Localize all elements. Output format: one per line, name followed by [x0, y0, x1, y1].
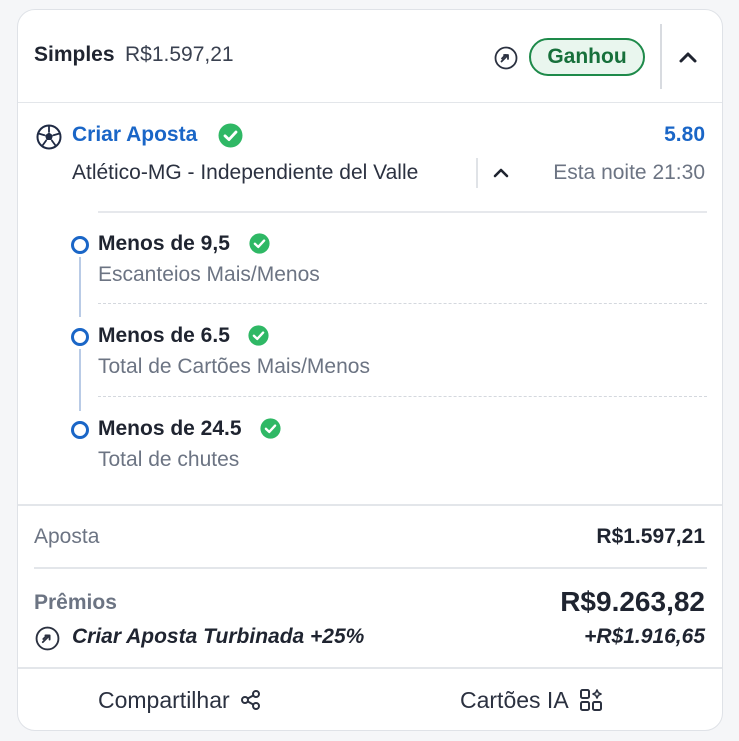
prize-label: Prêmios [34, 591, 117, 614]
bet-header: Simples R$1.597,21 Ganhou [18, 10, 722, 103]
event-divider-line [98, 211, 707, 213]
event-title[interactable]: Criar Aposta [72, 123, 197, 147]
selection-market: Escanteios Mais/Menos [98, 263, 320, 286]
stake-value: R$1.597,21 [596, 525, 705, 548]
check-circle-icon [218, 123, 243, 148]
chevron-up-icon [493, 168, 509, 178]
match-name: Atlético-MG - Independiente del Valle [72, 161, 419, 184]
selection-dot [71, 236, 89, 254]
selection-item: Menos de 24.5 Total de chutes [18, 417, 722, 497]
chevron-up-icon [679, 52, 697, 63]
grid-icon [579, 689, 602, 711]
selection-title: Menos de 6.5 [98, 324, 230, 347]
header-stake-value: R$1.597,21 [125, 43, 234, 66]
check-circle-icon [248, 325, 269, 346]
event-divider [476, 158, 478, 188]
prize-value: R$9.263,82 [560, 586, 705, 617]
selection-connector [79, 257, 81, 317]
event-time: Esta noite 21:30 [553, 161, 705, 184]
soccer-ball-icon [36, 124, 62, 150]
selection-dot [71, 421, 89, 439]
check-circle-icon [249, 233, 270, 254]
selection-title: Menos de 24.5 [98, 417, 242, 440]
selection-market: Total de chutes [98, 448, 240, 471]
check-circle-icon [260, 418, 281, 439]
selection-divider [98, 303, 707, 304]
selection-market: Total de Cartões Mais/Menos [98, 355, 370, 378]
header-divider [660, 24, 662, 89]
boost-icon [35, 626, 60, 651]
selection-dot [71, 328, 89, 346]
bet-type-label: Simples [34, 43, 115, 66]
summary-divider [18, 504, 722, 506]
stake-label: Aposta [34, 525, 100, 548]
event-odds: 5.80 [664, 123, 705, 146]
boost-value: +R$1.916,65 [584, 625, 705, 648]
boost-icon [494, 46, 518, 70]
footer-divider [18, 667, 722, 669]
selection-title: Menos de 9,5 [98, 232, 230, 255]
collapse-button[interactable] [674, 44, 702, 70]
selection-divider [98, 396, 707, 397]
share-icon [240, 690, 260, 710]
ai-cards-button[interactable]: Cartões IA [460, 682, 603, 718]
selection-item: Menos de 9,5 Escanteios Mais/Menos [18, 232, 722, 312]
status-badge: Ganhou [529, 38, 645, 76]
share-label: Compartilhar [98, 686, 230, 713]
bet-card: Simples R$1.597,21 Ganhou Criar Aposta 5… [17, 9, 723, 731]
selection-connector [79, 349, 81, 411]
share-button[interactable]: Compartilhar [98, 682, 262, 718]
ai-cards-label: Cartões IA [460, 686, 569, 713]
summary-divider [34, 567, 707, 569]
boost-label: Criar Aposta Turbinada +25% [72, 625, 365, 648]
expand-event-button[interactable] [490, 162, 512, 184]
selection-item: Menos de 6.5 Total de Cartões Mais/Menos [18, 324, 722, 404]
